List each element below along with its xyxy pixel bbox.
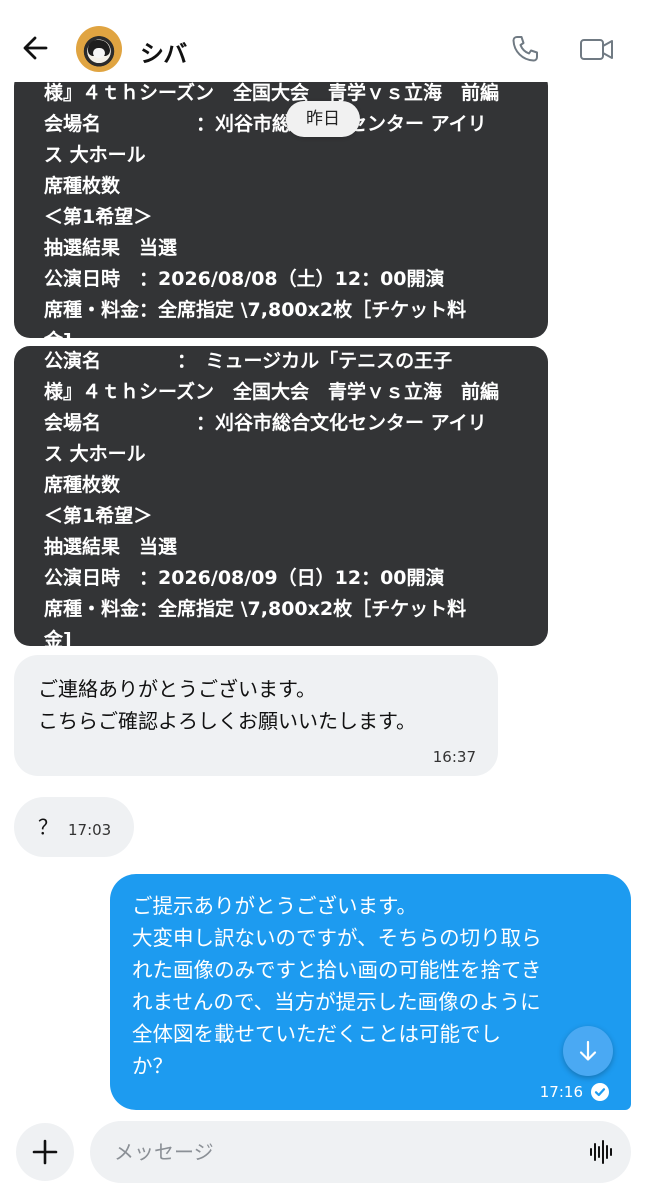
message-line: 席種・料金：全席指定 \7,800x2枚［チケット料 (44, 299, 467, 321)
avatar[interactable] (76, 26, 122, 72)
video-call-button[interactable] (578, 32, 616, 66)
message-line: 公演日時 ：2026/08/08（土）12：00開演 (44, 268, 445, 290)
message-line: 席種枚数 (44, 175, 121, 197)
call-button[interactable] (508, 32, 542, 66)
message-timestamp: 17:16 (539, 1083, 583, 1101)
message-line: ＜第1希望＞ (44, 206, 153, 228)
message-line: ＜第1希望＞ (44, 505, 153, 527)
check-icon (591, 1083, 609, 1101)
message-input-container (90, 1121, 631, 1183)
date-divider: 昨日 (286, 101, 360, 137)
scroll-to-bottom-button[interactable] (563, 1026, 613, 1076)
add-attachment-button[interactable] (16, 1123, 74, 1181)
message-line: 会場名 ：刈谷市総合文化センター アイリ (44, 412, 487, 434)
message-input[interactable] (114, 1133, 564, 1171)
plus-icon (16, 1123, 74, 1185)
message-line: 席種枚数 (44, 474, 121, 496)
message-line: 大変申し訳ないのですが、そちらの切り取ら (132, 926, 542, 950)
dm-conversation-screen: 様』４ｔｈシーズン 全国大会 青学ｖｓ立海 前編 会場名 ：刈谷市総合文化センタ… (0, 0, 645, 1200)
message-line: 抽選結果 当選 (44, 237, 178, 259)
message-line: れた画像のみですと拾い画の可能性を捨てき (132, 958, 542, 982)
message-line: 会場名 ：刈谷市総合文化センター アイリ (44, 113, 487, 135)
message-line: ス 大ホール (44, 443, 146, 465)
arrow-down-icon (563, 1026, 613, 1080)
message-composer (0, 1112, 645, 1200)
message-line: ス 大ホール (44, 144, 146, 166)
message-line: 金] (44, 629, 72, 651)
message-bubble-outgoing-1[interactable]: ご提示ありがとうございます。 大変申し訳ないのですが、そちらの切り取ら れた画像… (110, 874, 631, 1110)
conversation-header: シバ (0, 0, 645, 82)
video-camera-icon (578, 39, 616, 70)
message-line: れませんので、当方が提示した画像のように (132, 990, 541, 1014)
contact-name[interactable]: シバ (140, 34, 187, 69)
message-timestamp: 16:37 (432, 748, 476, 766)
message-line: こちらご確認よろしくお願いいたします。 (38, 709, 416, 733)
message-line: ご連絡ありがとうございます。 (38, 677, 316, 701)
message-bubble-ticket-1[interactable]: 様』４ｔｈシーズン 全国大会 青学ｖｓ立海 前編 会場名 ：刈谷市総合文化センタ… (14, 70, 548, 352)
message-line: ご提示ありがとうございます。 (132, 894, 417, 918)
message-text: ？ (38, 815, 58, 839)
message-line: 公演名 ： ミュージカル「テニスの王子 (44, 350, 453, 372)
message-line: か？ (132, 1054, 173, 1078)
message-line: 様』４ｔｈシーズン 全国大会 青学ｖｓ立海 前編 (44, 82, 500, 104)
message-line: 全体図を載せていただくことは可能でし (132, 1022, 501, 1046)
back-button[interactable] (18, 30, 54, 66)
message-line: 抽選結果 当選 (44, 536, 178, 558)
message-bubble-reply-2[interactable]: ？ 17:03 (14, 797, 134, 857)
message-line: 席種・料金：全席指定 \7,800x2枚［チケット料 (44, 598, 467, 620)
phone-icon (508, 36, 542, 70)
voice-message-button[interactable] (586, 1137, 616, 1167)
message-line: 公演日時 ：2026/08/09（日）12：00開演 (44, 567, 445, 589)
voice-waveform-icon (586, 1140, 616, 1171)
message-timestamp: 17:03 (68, 821, 112, 839)
back-arrow-icon (18, 36, 54, 70)
message-line: 様』４ｔｈシーズン 全国大会 青学ｖｓ立海 前編 (44, 381, 500, 403)
message-bubble-reply-1[interactable]: ご連絡ありがとうございます。 こちらご確認よろしくお願いいたします。 16:37 (14, 655, 498, 776)
message-bubble-ticket-2[interactable]: 公演名 ： ミュージカル「テニスの王子 様』４ｔｈシーズン 全国大会 青学ｖｓ立… (14, 346, 548, 651)
